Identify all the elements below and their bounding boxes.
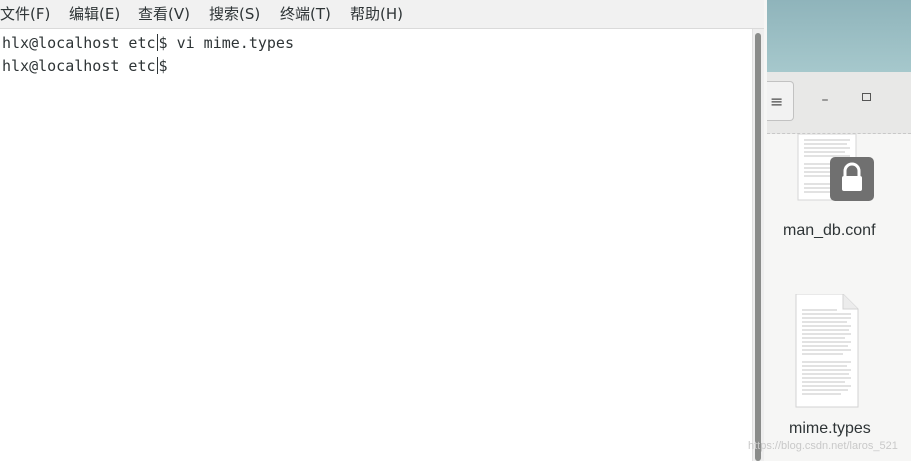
prompt-symbol: $ <box>158 34 168 52</box>
lock-icon <box>830 157 874 201</box>
file-item-mime-types[interactable] <box>795 293 859 412</box>
watermark: https://blog.csdn.net/laros_521 <box>748 440 898 452</box>
minimize-button[interactable]: – <box>818 92 832 108</box>
terminal-line: hlx@localhost etc $ vi mime.types <box>2 33 294 53</box>
file-item-man-db-conf[interactable] <box>797 133 874 206</box>
terminal-menubar: 文件(F) 编辑(E) 查看(V) 搜索(S) 终端(T) 帮助(H) <box>0 0 764 29</box>
file-name-label: man_db.conf <box>783 222 876 239</box>
menu-file[interactable]: 文件(F) <box>0 3 50 24</box>
prompt-symbol: $ <box>158 57 168 75</box>
command-text: vi mime.types <box>167 34 294 52</box>
terminal-output[interactable]: hlx@localhost etc $ vi mime.types hlx@loc… <box>0 29 752 461</box>
prompt-separator <box>156 57 158 74</box>
menu-view[interactable]: 查看(V) <box>138 3 190 24</box>
file-name-label: mime.types <box>789 420 871 437</box>
text-document-icon <box>795 293 859 408</box>
terminal-line: hlx@localhost etc $ <box>2 56 168 76</box>
desktop-background <box>767 0 911 72</box>
prompt-text: hlx@localhost etc <box>2 57 156 75</box>
menu-edit[interactable]: 编辑(E) <box>69 3 120 24</box>
menu-help[interactable]: 帮助(H) <box>350 3 403 24</box>
menu-button[interactable]: ≡ <box>767 81 794 121</box>
hamburger-menu-icon: ≡ <box>770 92 784 111</box>
menu-terminal[interactable]: 终端(T) <box>280 3 331 24</box>
terminal-window[interactable]: 文件(F) 编辑(E) 查看(V) 搜索(S) 终端(T) 帮助(H) hlx@… <box>0 0 764 461</box>
minimize-icon: – <box>821 92 829 108</box>
maximize-button[interactable] <box>862 93 871 101</box>
menu-search[interactable]: 搜索(S) <box>209 3 260 24</box>
prompt-text: hlx@localhost etc <box>2 34 156 52</box>
scrollbar-thumb[interactable] <box>755 33 761 461</box>
prompt-separator <box>156 34 158 51</box>
